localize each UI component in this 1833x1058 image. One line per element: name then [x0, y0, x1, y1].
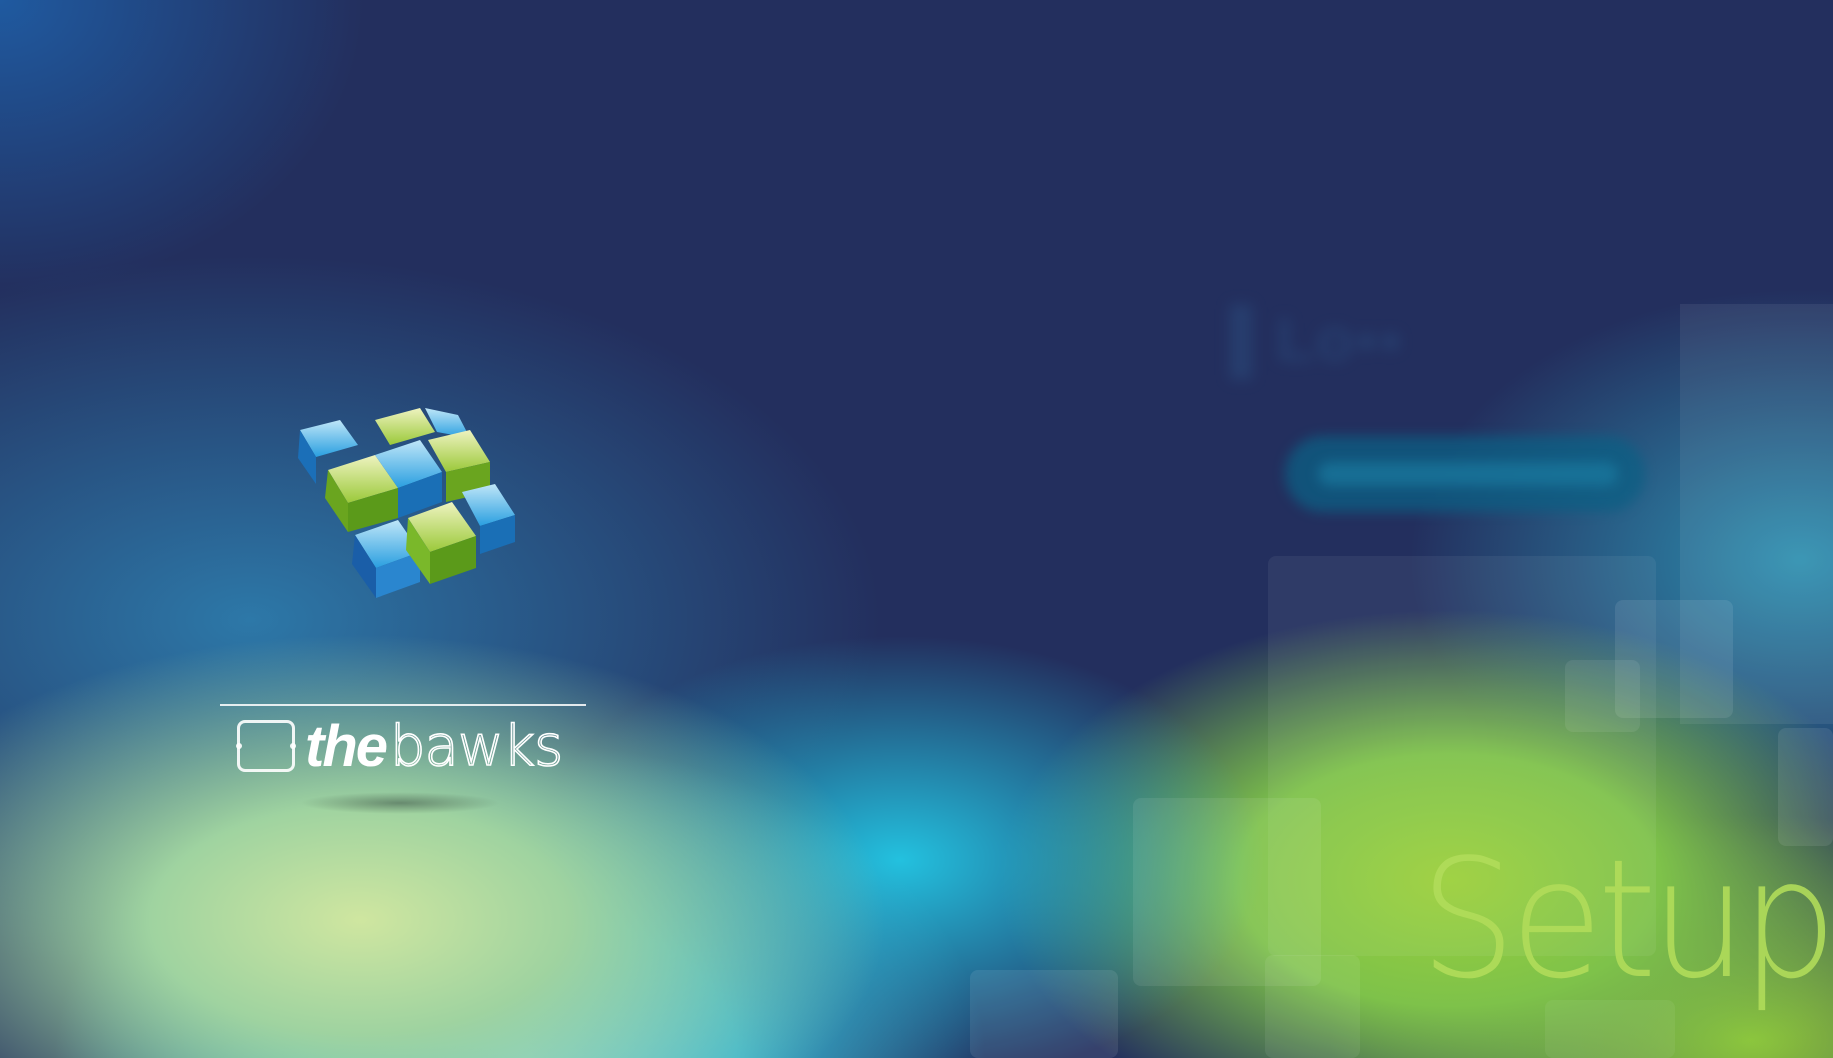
- blurred-heading: ▌Lo▪▪: [1230, 306, 1404, 375]
- tablet-icon: [236, 720, 296, 772]
- logo-shadow: [300, 792, 500, 814]
- brand-wordmark: the bawks: [236, 712, 564, 780]
- brand-word-the: the: [305, 713, 388, 779]
- ghost-tile: [1565, 660, 1640, 732]
- ghost-tile: [1265, 955, 1360, 1058]
- blurred-button-label: [1318, 462, 1618, 486]
- brand-word-bawks: bawks: [389, 713, 564, 780]
- desktop-background: ▌Lo▪▪ Setup: [0, 0, 1833, 1058]
- ghost-tile: [970, 970, 1118, 1058]
- logo-divider: [220, 704, 586, 706]
- cube-logo-icon: [298, 408, 515, 598]
- setup-watermark: Setup: [1420, 824, 1833, 1015]
